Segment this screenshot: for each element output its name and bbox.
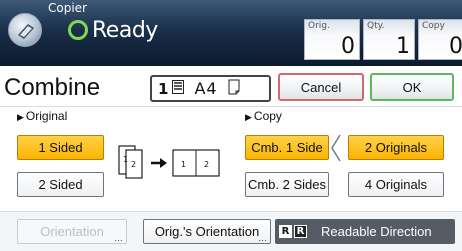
triangle-icon: ▶ (17, 112, 24, 122)
diagram-page-2: 2 (131, 160, 136, 169)
counter-label: Copy (422, 21, 445, 31)
diagram-combined-page-2: 2 (204, 160, 209, 169)
2-originals-button[interactable]: 2 Originals (348, 135, 444, 160)
combine-2-sides-button[interactable]: Cmb. 2 Sides (245, 172, 329, 197)
triangle-icon: ▶ (245, 112, 252, 122)
copy-section-label: ▶ Copy (245, 109, 282, 123)
status-text: Ready (92, 17, 158, 43)
orientation-button[interactable]: Orientation … (17, 219, 127, 244)
readable-direction-label: Readable Direction (321, 224, 432, 239)
divider (0, 106, 462, 107)
status-bar: Copier Ready Orig. 0 Qty. 1 Copy 0 (0, 0, 462, 66)
selection-bracket (328, 133, 344, 169)
more-icon: … (258, 233, 267, 243)
copies-counter: Copy 0 (418, 19, 462, 60)
diagram-combined-page-1: 1 (181, 160, 186, 169)
readable-direction-indicator: R R Readable Direction (275, 219, 455, 244)
counter-value: 1 (396, 34, 410, 59)
app-name: Copier (48, 1, 87, 15)
original-section-label: ▶ Original (17, 109, 67, 123)
paper-indicator: 1 A4 (150, 75, 271, 102)
paper-tray-icon (172, 79, 185, 98)
paper-tray-number: 1 (158, 79, 169, 98)
diagram-page-1: 1 (123, 155, 128, 164)
portrait-orientation-icon (228, 79, 240, 99)
paper-size: A4 (194, 79, 218, 98)
readable-direction-icon: R (279, 225, 292, 238)
orig-orientation-label: Orig.'s Orientation (154, 224, 260, 239)
copier-app-icon[interactable] (8, 13, 42, 47)
cancel-button[interactable]: Cancel (278, 73, 364, 101)
orientation-label: Orientation (40, 224, 104, 239)
page-title: Combine (4, 74, 101, 101)
original-label: Original (25, 109, 68, 123)
orig-orientation-button[interactable]: Orig.'s Orientation … (143, 219, 271, 244)
more-icon: … (114, 233, 123, 243)
original-2-sided-button[interactable]: 2 Sided (17, 172, 104, 197)
ok-button[interactable]: OK (370, 73, 454, 101)
combine-1-side-button[interactable]: Cmb. 1 Side (245, 135, 329, 160)
counter-label: Qty. (367, 21, 385, 31)
ready-icon (68, 20, 88, 40)
4-originals-button[interactable]: 4 Originals (348, 172, 444, 197)
counter-label: Orig. (308, 21, 330, 31)
copy-label: Copy (253, 109, 282, 123)
combine-diagram: 1 2 1 2 (118, 140, 222, 180)
quantity-counter: Qty. 1 (363, 19, 415, 60)
counter-value: 0 (449, 34, 462, 59)
originals-counter: Orig. 0 (304, 19, 360, 60)
counter-value: 0 (341, 34, 355, 59)
machine-status: Ready (68, 17, 158, 43)
original-1-sided-button[interactable]: 1 Sided (17, 135, 104, 160)
readable-direction-flipped-icon: R (294, 225, 307, 238)
